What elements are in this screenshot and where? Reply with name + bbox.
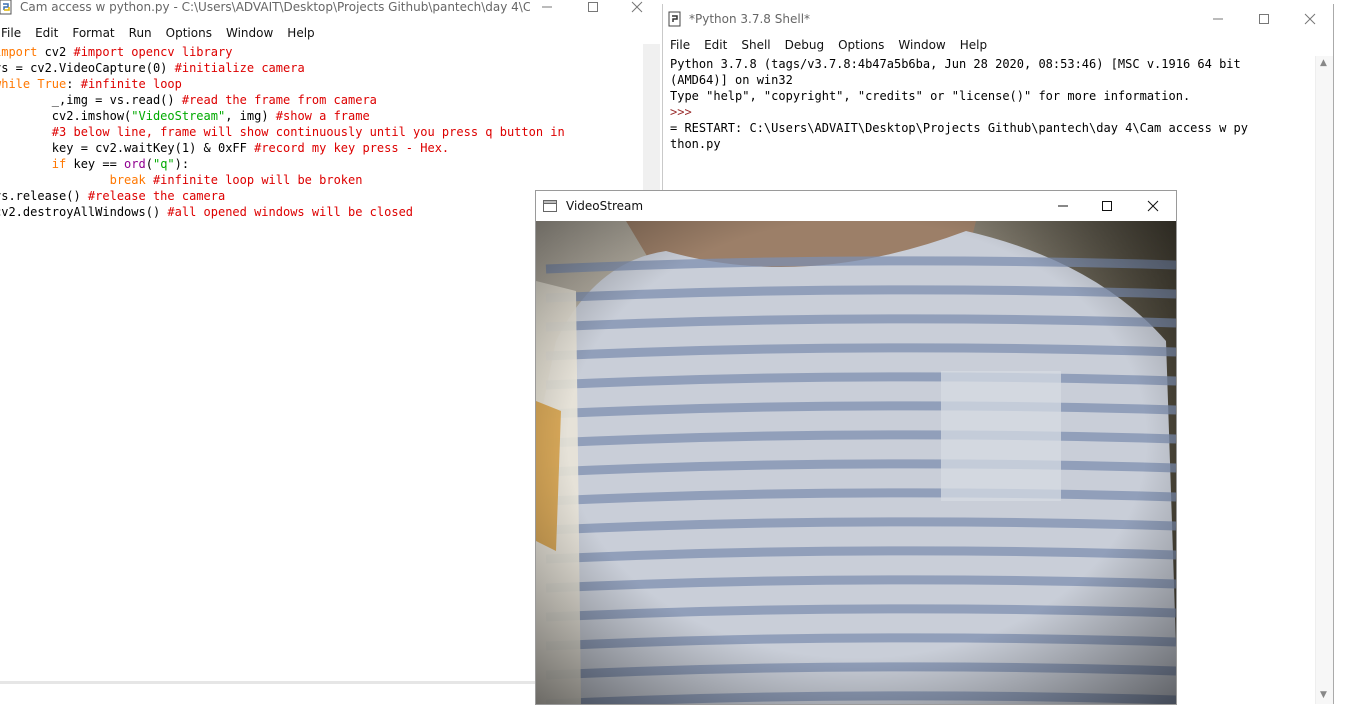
- code-token: #infinite loop: [80, 77, 182, 91]
- code-token: , img): [225, 109, 276, 123]
- shell-menu-edit[interactable]: Edit: [697, 38, 734, 52]
- code-token: _,img = vs.read(): [0, 93, 182, 107]
- shell-line: Python 3.7.8 (tags/v3.7.8:4b47a5b6ba, Ju…: [670, 57, 1241, 71]
- code-line[interactable]: key = cv2.waitKey(1) & 0xFF #record my k…: [0, 140, 640, 156]
- editor-maximize-button[interactable]: [570, 0, 616, 22]
- shell-menu-options[interactable]: Options: [831, 38, 891, 52]
- code-token: #import opencv library: [73, 45, 233, 59]
- code-token: key ==: [66, 157, 125, 171]
- code-token: :: [66, 77, 81, 91]
- minimize-icon: [1058, 205, 1068, 207]
- code-token: #record my key press - Hex.: [254, 141, 450, 155]
- code-line[interactable]: break #infinite loop will be broken: [0, 172, 640, 188]
- python-shell-icon: [668, 11, 681, 27]
- scroll-down-arrow-icon[interactable]: ▼: [1320, 690, 1327, 700]
- code-token: vs.release(): [0, 189, 88, 203]
- code-token: if: [51, 157, 67, 171]
- shell-menu-window[interactable]: Window: [891, 38, 952, 52]
- editor-menu-run[interactable]: Run: [122, 26, 159, 40]
- editor-menu-edit[interactable]: Edit: [28, 26, 65, 40]
- code-token: break: [109, 173, 146, 187]
- editor-menu-help[interactable]: Help: [280, 26, 321, 40]
- code-token: #show a frame: [275, 109, 370, 123]
- code-line[interactable]: #3 below line, frame will show continuou…: [0, 124, 640, 140]
- shell-line: Type "help", "copyright", "credits" or "…: [670, 89, 1191, 103]
- maximize-icon: [1102, 201, 1112, 211]
- shell-titlebar[interactable]: *Python 3.7.8 Shell*: [663, 4, 1333, 34]
- editor-menu-window[interactable]: Window: [219, 26, 280, 40]
- shell-line: = RESTART: C:\Users\ADVAIT\Desktop\Proje…: [670, 121, 1248, 135]
- code-token: #release the camera: [87, 189, 226, 203]
- code-token: cv2.imshow(: [0, 109, 132, 123]
- minimize-icon: [1213, 18, 1223, 20]
- code-token: #all opened windows will be closed: [167, 205, 414, 219]
- shell-title: *Python 3.7.8 Shell*: [689, 12, 811, 26]
- shell-scrollbar[interactable]: ▲ ▼: [1315, 56, 1333, 704]
- shell-line: thon.py: [670, 137, 721, 151]
- shell-prompt: >>>: [670, 105, 699, 119]
- editor-menubar: File Edit Format Run Options Window Help: [0, 22, 660, 44]
- videostream-minimize-button[interactable]: [1040, 191, 1086, 221]
- code-line[interactable]: while True: #infinite loop: [0, 76, 640, 92]
- camera-frame: [536, 221, 1176, 704]
- code-token: cv2: [37, 45, 74, 59]
- opencv-window-icon: [543, 200, 557, 212]
- videostream-titlebar[interactable]: VideoStream: [536, 191, 1176, 221]
- videostream-close-button[interactable]: [1130, 191, 1176, 221]
- code-token: #3 below line, frame will show continuou…: [0, 125, 565, 139]
- shell-menubar: File Edit Shell Debug Options Window Help: [663, 34, 1333, 56]
- code-line[interactable]: cv2.imshow("VideoStream", img) #show a f…: [0, 108, 640, 124]
- close-icon: [631, 1, 643, 13]
- shell-menu-shell[interactable]: Shell: [734, 38, 777, 52]
- editor-titlebar[interactable]: Cam access w python.py - C:\Users\ADVAIT…: [0, 0, 660, 22]
- close-icon: [1147, 200, 1159, 212]
- editor-title: Cam access w python.py - C:\Users\ADVAIT…: [20, 0, 530, 14]
- code-token: ):: [174, 157, 190, 171]
- close-icon: [1304, 13, 1316, 25]
- code-line[interactable]: if key == ord("q"):: [0, 156, 640, 172]
- code-token: "q": [152, 157, 175, 171]
- editor-menu-file[interactable]: File: [0, 26, 28, 40]
- camera-image: [536, 221, 1176, 704]
- maximize-icon: [1259, 14, 1269, 24]
- shell-maximize-button[interactable]: [1241, 4, 1287, 34]
- editor-minimize-button[interactable]: [524, 0, 570, 22]
- editor-menu-options[interactable]: Options: [159, 26, 219, 40]
- code-line[interactable]: _,img = vs.read() #read the frame from c…: [0, 92, 640, 108]
- code-token: #infinite loop will be broken: [152, 173, 363, 187]
- editor-menu-format[interactable]: Format: [65, 26, 121, 40]
- code-token: True: [37, 77, 67, 91]
- python-file-icon: [0, 0, 12, 15]
- maximize-icon: [588, 2, 598, 12]
- editor-close-button[interactable]: [614, 0, 660, 22]
- shell-minimize-button[interactable]: [1195, 4, 1241, 34]
- shell-output[interactable]: Python 3.7.8 (tags/v3.7.8:4b47a5b6ba, Ju…: [670, 56, 1309, 152]
- scroll-up-arrow-icon[interactable]: ▲: [1320, 58, 1327, 68]
- videostream-title: VideoStream: [566, 199, 644, 213]
- code-token: ord: [124, 157, 146, 171]
- shell-menu-file[interactable]: File: [663, 38, 697, 52]
- shell-line: (AMD64)] on win32: [670, 73, 793, 87]
- shell-close-button[interactable]: [1287, 4, 1333, 34]
- code-line[interactable]: import cv2 #import opencv library: [0, 44, 640, 60]
- code-token: import: [0, 45, 38, 59]
- code-token: key = cv2.waitKey(1) & 0xFF: [0, 141, 255, 155]
- code-token: #read the frame from camera: [181, 93, 377, 107]
- code-line[interactable]: vs = cv2.VideoCapture(0) #initialize cam…: [0, 60, 640, 76]
- minimize-icon: [542, 6, 552, 8]
- shell-menu-debug[interactable]: Debug: [778, 38, 831, 52]
- videostream-window[interactable]: VideoStream: [535, 190, 1177, 705]
- shell-menu-help[interactable]: Help: [953, 38, 994, 52]
- code-token: #initialize camera: [174, 61, 305, 75]
- code-token: while: [0, 77, 31, 91]
- code-token: cv2.destroyAllWindows(): [0, 205, 168, 219]
- videostream-maximize-button[interactable]: [1084, 191, 1130, 221]
- code-token: vs = cv2.VideoCapture(0): [0, 61, 175, 75]
- code-token: (: [145, 157, 153, 171]
- code-token: "VideoStream": [131, 109, 226, 123]
